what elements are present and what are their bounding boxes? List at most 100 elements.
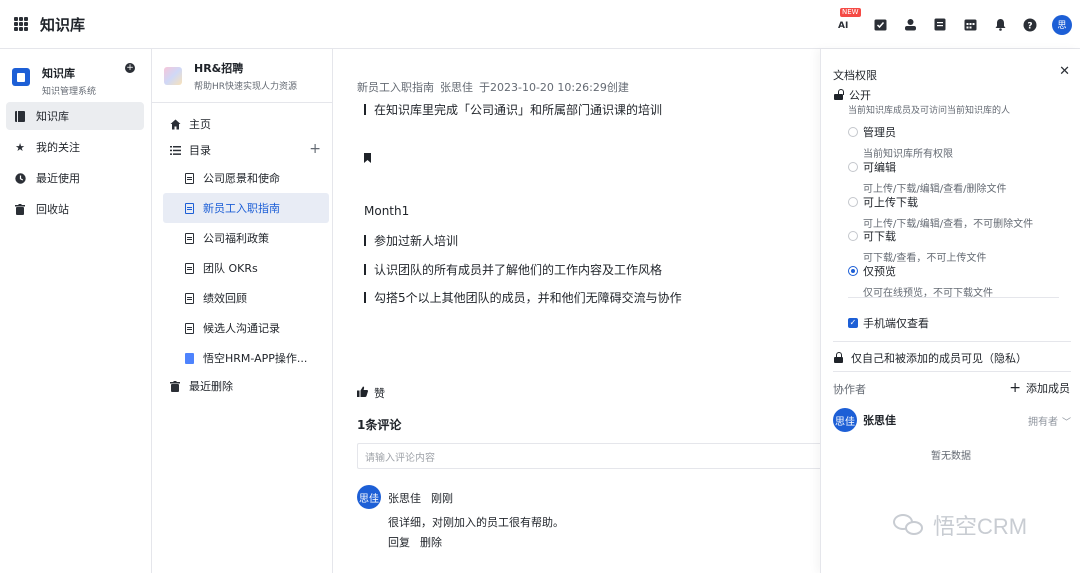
- private-option[interactable]: 仅自己和被添加的成员可见（隐私）: [834, 350, 1027, 366]
- permission-label: 可下载: [863, 230, 896, 243]
- radio-button[interactable]: [848, 162, 858, 172]
- collaborator-name: 张思佳: [863, 414, 896, 427]
- reply-link[interactable]: 回复: [388, 536, 410, 549]
- ai-assistant-button[interactable]: NEW AI: [836, 7, 861, 33]
- like-button[interactable]: 赞: [357, 385, 385, 401]
- sidebar-item-trash[interactable]: 回收站: [6, 195, 144, 223]
- doc-line-text: 参加过新人培训: [374, 234, 459, 248]
- permission-description: 可下载/查看，不可上传文件: [863, 253, 987, 264]
- mobile-view-only-label: 手机端仅查看: [863, 317, 929, 330]
- dir-item-home[interactable]: 主页: [163, 111, 329, 137]
- clock-icon: [14, 172, 26, 184]
- public-option[interactable]: 公开: [834, 87, 871, 103]
- top-toolbar: NEW AI ? 思: [836, 0, 1072, 49]
- empty-state: 暂无数据: [931, 451, 971, 462]
- book-icon: [14, 110, 26, 122]
- dir-item-label: 最近删除: [189, 380, 233, 393]
- permission-option-upload-download[interactable]: 可上传下载 可上传/下载/编辑/查看，不可删除文件: [848, 194, 1068, 230]
- user-avatar[interactable]: 思: [1052, 14, 1072, 35]
- sidebar-item-label: 我的关注: [36, 141, 80, 154]
- divider: [833, 371, 1071, 372]
- permission-description: 可上传/下载/编辑/查看/删除文件: [863, 184, 1007, 195]
- permission-label: 仅预览: [863, 265, 896, 278]
- sidebar-nav: 知识库 ★ 我的关注 最近使用 回收站: [6, 102, 144, 226]
- comment-avatar: 思佳: [357, 485, 381, 509]
- doc-meta-title: 新员工入职指南: [357, 81, 434, 94]
- plus-icon: +: [1009, 379, 1021, 396]
- left-sidebar: 知识库 知识管理系统 + 知识库 ★ 我的关注 最近使用 回收站: [0, 49, 152, 573]
- notification-bell-icon[interactable]: [992, 17, 1008, 33]
- svg-text:?: ?: [1027, 21, 1032, 31]
- ai-icon: AI: [838, 20, 849, 31]
- dir-doc-benefits[interactable]: 公司福利政策: [163, 223, 329, 253]
- dir-doc-label: 公司福利政策: [203, 232, 269, 245]
- top-bar: 知识库 NEW AI ? 思: [0, 0, 1080, 49]
- add-kb-button[interactable]: +: [125, 63, 135, 73]
- close-icon[interactable]: ✕: [1059, 64, 1070, 79]
- doc-line-text: 认识团队的所有成员并了解他们的工作内容及工作风格: [374, 263, 663, 277]
- radio-button[interactable]: [848, 231, 858, 241]
- space-logo: [164, 66, 182, 85]
- kb-description: 知识管理系统: [42, 87, 97, 97]
- document-view: 新员工入职指南 张思佳 于2023-10-20 10:26:29创建 在知识库里完成…: [333, 49, 820, 573]
- permissions-panel: 文档权限 ✕ 公开 当前知识库成员及可访问当前知识库的人 管理员 当前知识库所有…: [820, 49, 1080, 573]
- dir-item-label: 目录: [189, 144, 211, 157]
- delete-link[interactable]: 删除: [420, 536, 442, 549]
- doc-icon: [183, 172, 195, 184]
- doc-icon: [183, 262, 195, 274]
- doc-line: 参加过新人培训: [364, 232, 458, 249]
- add-member-label: 添加成员: [1026, 382, 1070, 395]
- permission-label: 管理员: [863, 126, 896, 139]
- dir-doc-review[interactable]: 绩效回顾: [163, 283, 329, 313]
- sidebar-item-knowledge-base[interactable]: 知识库: [6, 102, 144, 130]
- dir-doc-vision[interactable]: 公司愿景和使命: [163, 163, 329, 193]
- doc-line: 勾搭5个以上其他团队的成员，并和他们无障碍交流与协作: [364, 289, 682, 306]
- dir-item-label: 主页: [189, 118, 211, 131]
- divider: [833, 341, 1071, 342]
- kb-logo-icon: [12, 68, 30, 86]
- doc-meta: 新员工入职指南 张思佳 于2023-10-20 10:26:29创建: [357, 79, 635, 95]
- comment-input[interactable]: 请输入评论内容: [357, 443, 820, 469]
- dir-item-toc[interactable]: 目录 +: [163, 137, 329, 163]
- dir-doc-okrs[interactable]: 团队 OKRs: [163, 253, 329, 283]
- document-icon[interactable]: [932, 17, 948, 33]
- dir-doc-hrm-app[interactable]: 悟空HRM-APP操作...: [163, 343, 329, 373]
- add-doc-plus-icon[interactable]: +: [309, 141, 321, 157]
- radio-button[interactable]: [848, 197, 858, 207]
- checkbox-checked-icon[interactable]: ✓: [848, 318, 858, 328]
- directory-tree: 主页 目录 + 公司愿景和使命 新员工入职指南 公司福利政策 团队 OKRs 绩: [163, 111, 329, 399]
- collaborator-role-dropdown[interactable]: 拥有者 ﹀: [1028, 413, 1071, 428]
- radio-button[interactable]: [848, 127, 858, 137]
- dir-doc-onboarding[interactable]: 新员工入职指南: [163, 193, 329, 223]
- sidebar-item-recent[interactable]: 最近使用: [6, 164, 144, 192]
- permissions-title: 文档权限: [833, 69, 877, 82]
- dir-doc-label: 团队 OKRs: [203, 262, 258, 275]
- mobile-view-only-checkbox[interactable]: ✓ 手机端仅查看: [848, 315, 929, 331]
- radio-button-selected[interactable]: [848, 266, 858, 276]
- permission-option-download[interactable]: 可下载 可下载/查看，不可上传文件: [848, 228, 1068, 264]
- doc-month-heading: Month1: [364, 204, 410, 218]
- help-icon[interactable]: ?: [1022, 17, 1038, 33]
- permission-option-preview[interactable]: 仅预览 仅可在线预览，不可下载文件: [848, 263, 1068, 299]
- doc-line-text: 在知识库里完成「公司通识」和所属部门通识课的培训: [374, 103, 663, 117]
- trash-icon: [14, 203, 26, 215]
- apps-grid-icon[interactable]: [14, 17, 28, 31]
- sidebar-item-label: 回收站: [36, 203, 69, 216]
- add-member-button[interactable]: + 添加成员: [1009, 380, 1070, 396]
- collaborator-row: 思佳 张思佳 拥有者 ﹀: [833, 408, 1071, 432]
- task-check-icon[interactable]: [872, 17, 888, 33]
- comment-actions: 回复 删除: [388, 534, 452, 550]
- dir-doc-candidates[interactable]: 候选人沟通记录: [163, 313, 329, 343]
- collaborator-avatar: 思佳: [833, 408, 857, 432]
- wechat-icon: [893, 512, 927, 538]
- kb-name: 知识库: [42, 67, 75, 80]
- dir-item-recently-deleted[interactable]: 最近删除: [163, 373, 329, 399]
- watermark: 悟空CRM: [893, 509, 1027, 541]
- sidebar-item-following[interactable]: ★ 我的关注: [6, 133, 144, 161]
- contacts-icon[interactable]: [902, 17, 918, 33]
- permission-option-admin[interactable]: 管理员 当前知识库所有权限: [848, 124, 1068, 160]
- calendar-icon[interactable]: [962, 17, 978, 33]
- app-title: 知识库: [40, 15, 86, 34]
- lock-icon: [834, 351, 843, 363]
- permission-option-edit[interactable]: 可编辑 可上传/下载/编辑/查看/删除文件: [848, 159, 1068, 195]
